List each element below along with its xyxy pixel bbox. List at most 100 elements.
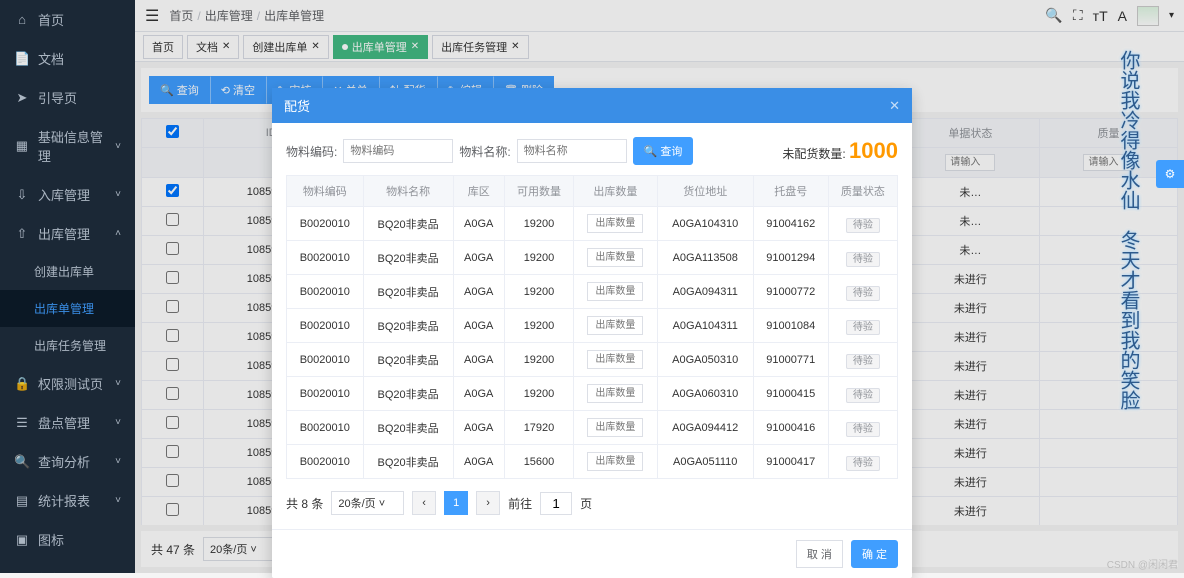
unassigned-qty: 未配货数量: 1000 xyxy=(782,138,898,164)
cell-zone: A0GA xyxy=(453,445,504,479)
mcol-1: 物料名称 xyxy=(363,176,453,207)
mcol-5: 货位地址 xyxy=(657,176,753,207)
modal-title: 配货 xyxy=(284,96,310,115)
out-qty-input[interactable] xyxy=(587,248,643,267)
mcol-0: 物料编码 xyxy=(287,176,364,207)
cell-avail: 19200 xyxy=(504,309,573,343)
cell-pallet: 91000416 xyxy=(753,411,828,445)
pager-next-button[interactable]: › xyxy=(476,491,500,515)
out-qty-input[interactable] xyxy=(587,316,643,335)
cell-loc: A0GA094412 xyxy=(657,411,753,445)
name-label: 物料名称: xyxy=(459,143,510,160)
cell-loc: A0GA060310 xyxy=(657,377,753,411)
cell-loc: A0GA104311 xyxy=(657,309,753,343)
mcol-6: 托盘号 xyxy=(753,176,828,207)
cell-avail: 19200 xyxy=(504,377,573,411)
cell-loc: A0GA050310 xyxy=(657,343,753,377)
out-qty-input[interactable] xyxy=(587,282,643,301)
out-qty-input[interactable] xyxy=(587,384,643,403)
confirm-button[interactable]: 确 定 xyxy=(851,540,898,568)
cell-zone: A0GA xyxy=(453,377,504,411)
status-tag: 待验 xyxy=(846,320,880,335)
modal-table: 物料编码物料名称库区可用数量出库数量货位地址托盘号质量状态 B0020010BQ… xyxy=(286,175,898,479)
modal-row: B0020010BQ20非卖品A0GA19200A0GA094311910007… xyxy=(287,275,898,309)
modal-row: B0020010BQ20非卖品A0GA19200 A0GA060310910004… xyxy=(287,377,898,411)
modal-pager-size[interactable]: 20条/页 ˅ xyxy=(331,491,404,515)
cell-pallet: 91001084 xyxy=(753,309,828,343)
cell-avail: 19200 xyxy=(504,241,573,275)
allocate-modal: 配货 ✕ 物料编码: 物料名称: 🔍 查询 未配货数量: 1000 物料编码物料… xyxy=(272,88,912,578)
cell-code: B0020010 xyxy=(287,275,364,309)
out-qty-input[interactable] xyxy=(587,214,643,233)
status-tag: 待验 xyxy=(846,218,880,233)
pager-page-1[interactable]: 1 xyxy=(444,491,468,515)
cell-pallet: 91000415 xyxy=(753,377,828,411)
cell-loc: A0GA051110 xyxy=(657,445,753,479)
modal-header: 配货 ✕ xyxy=(272,88,912,123)
modal-row: B0020010BQ20非卖品A0GA17920 A0GA094412910004… xyxy=(287,411,898,445)
cell-name: BQ20非卖品 xyxy=(363,377,453,411)
status-tag: 待验 xyxy=(846,422,880,437)
code-label: 物料编码: xyxy=(286,143,337,160)
cell-zone: A0GA xyxy=(453,309,504,343)
cell-name: BQ20非卖品 xyxy=(363,275,453,309)
modal-row: B0020010BQ20非卖品A0GA19200 A0GA104311910010… xyxy=(287,309,898,343)
gear-icon: ⚙ xyxy=(1165,167,1176,181)
cell-zone: A0GA xyxy=(453,207,504,241)
cell-avail: 19200 xyxy=(504,207,573,241)
cell-name: BQ20非卖品 xyxy=(363,343,453,377)
out-qty-input[interactable] xyxy=(587,350,643,369)
close-icon[interactable]: ✕ xyxy=(889,98,900,114)
cancel-button[interactable]: 取 消 xyxy=(796,540,843,568)
modal-row: B0020010BQ20非卖品A0GA15600A0GA051110910004… xyxy=(287,445,898,479)
out-qty-input[interactable] xyxy=(587,418,643,437)
cell-code: B0020010 xyxy=(287,241,364,275)
cell-code: B0020010 xyxy=(287,343,364,377)
modal-search-row: 物料编码: 物料名称: 🔍 查询 未配货数量: 1000 xyxy=(286,137,898,165)
cell-avail: 15600 xyxy=(504,445,573,479)
cell-name: BQ20非卖品 xyxy=(363,241,453,275)
cell-pallet: 91001294 xyxy=(753,241,828,275)
name-input[interactable] xyxy=(517,139,627,163)
modal-mask: 配货 ✕ 物料编码: 物料名称: 🔍 查询 未配货数量: 1000 物料编码物料… xyxy=(0,0,1184,573)
cell-avail: 17920 xyxy=(504,411,573,445)
cell-zone: A0GA xyxy=(453,241,504,275)
cell-code: B0020010 xyxy=(287,445,364,479)
out-qty-input[interactable] xyxy=(587,452,643,471)
cell-pallet: 91000417 xyxy=(753,445,828,479)
cell-loc: A0GA104310 xyxy=(657,207,753,241)
cell-avail: 19200 xyxy=(504,343,573,377)
mcol-3: 可用数量 xyxy=(504,176,573,207)
status-tag: 待验 xyxy=(846,456,880,471)
cell-avail: 19200 xyxy=(504,275,573,309)
mcol-7: 质量状态 xyxy=(828,176,897,207)
modal-row: B0020010BQ20非卖品A0GA19200A0GA104310910041… xyxy=(287,207,898,241)
goto-input[interactable] xyxy=(540,492,572,515)
modal-pager: 共 8 条 20条/页 ˅ ‹ 1 › 前往 页 xyxy=(286,491,898,515)
cell-name: BQ20非卖品 xyxy=(363,207,453,241)
watermark: CSDN @闲闲君 xyxy=(1107,556,1178,571)
modal-pager-total: 共 8 条 xyxy=(286,495,323,512)
cell-name: BQ20非卖品 xyxy=(363,411,453,445)
cell-code: B0020010 xyxy=(287,207,364,241)
code-input[interactable] xyxy=(343,139,453,163)
mcol-2: 库区 xyxy=(453,176,504,207)
cell-code: B0020010 xyxy=(287,377,364,411)
cell-name: BQ20非卖品 xyxy=(363,309,453,343)
status-tag: 待验 xyxy=(846,286,880,301)
pager-prev-button[interactable]: ‹ xyxy=(412,491,436,515)
cell-pallet: 91000772 xyxy=(753,275,828,309)
cell-zone: A0GA xyxy=(453,343,504,377)
cell-code: B0020010 xyxy=(287,309,364,343)
cell-code: B0020010 xyxy=(287,411,364,445)
status-tag: 待验 xyxy=(846,354,880,369)
cell-loc: A0GA113508 xyxy=(657,241,753,275)
status-tag: 待验 xyxy=(846,388,880,403)
cell-zone: A0GA xyxy=(453,275,504,309)
modal-query-button[interactable]: 🔍 查询 xyxy=(633,137,694,165)
modal-row: B0020010BQ20非卖品A0GA19200A0GA050310910007… xyxy=(287,343,898,377)
settings-fab[interactable]: ⚙ xyxy=(1156,160,1184,188)
cell-zone: A0GA xyxy=(453,411,504,445)
modal-row: B0020010BQ20非卖品A0GA19200 A0GA113508910012… xyxy=(287,241,898,275)
status-tag: 待验 xyxy=(846,252,880,267)
